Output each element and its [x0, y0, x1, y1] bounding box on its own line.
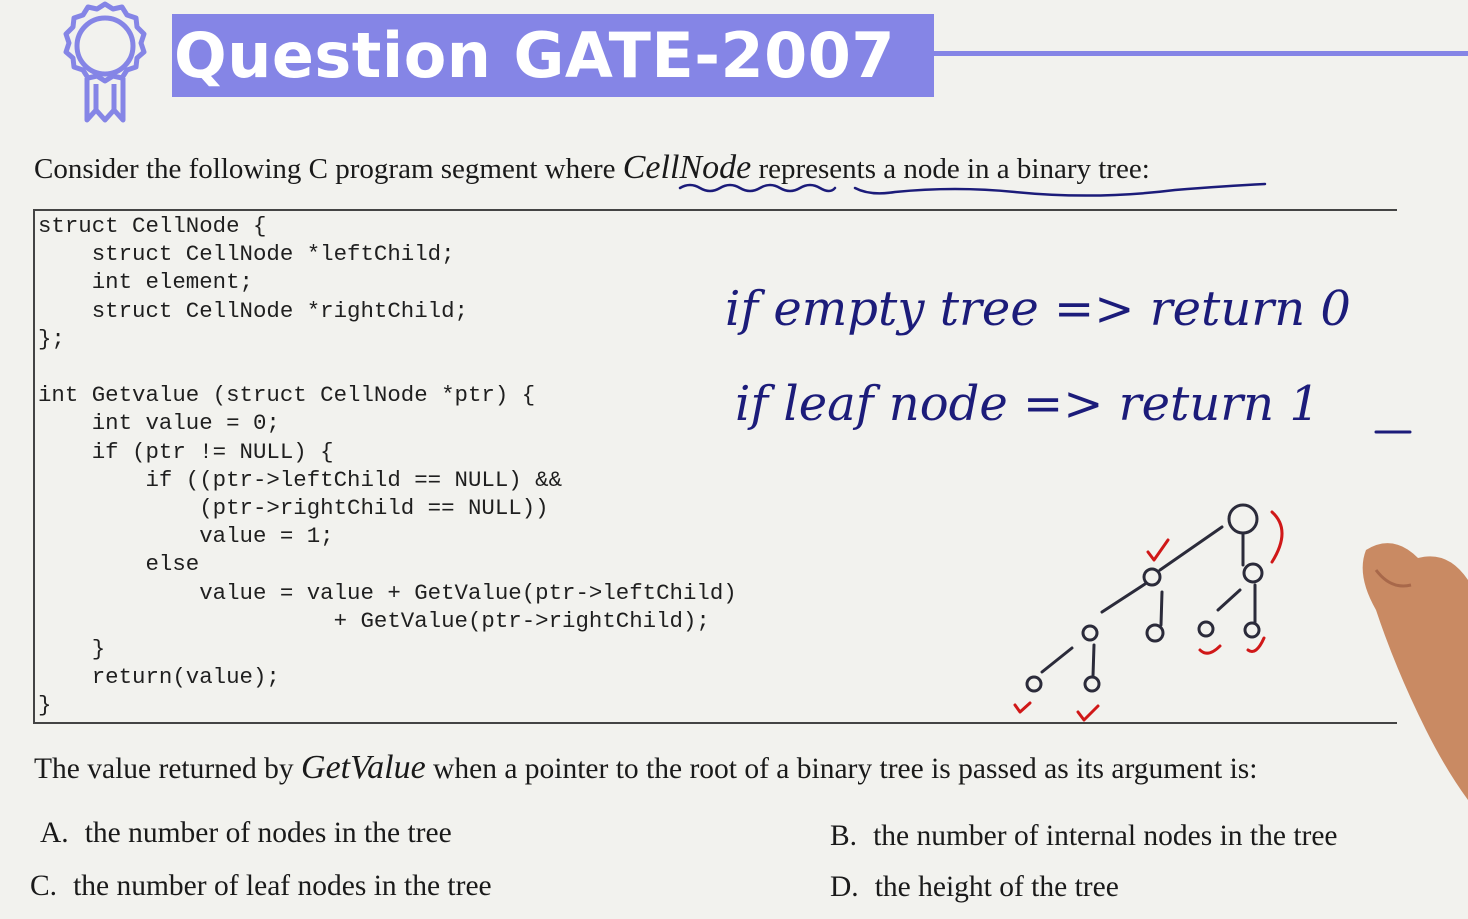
annotation-line-1: if empty tree => return 0: [725, 281, 1351, 337]
slide: Question GATE-2007 Consider the followin…: [0, 0, 1468, 919]
presenter-hand: [1362, 543, 1468, 800]
handwritten-annotations: if empty tree => return 0 if leaf node =…: [725, 281, 1351, 432]
annotation-line-2: if leaf node => return 1: [735, 376, 1320, 432]
tree-sketch: [1025, 503, 1264, 693]
handwriting-layer: if empty tree => return 0 if leaf node =…: [678, 182, 1412, 722]
intro-underlines: [678, 182, 1267, 197]
